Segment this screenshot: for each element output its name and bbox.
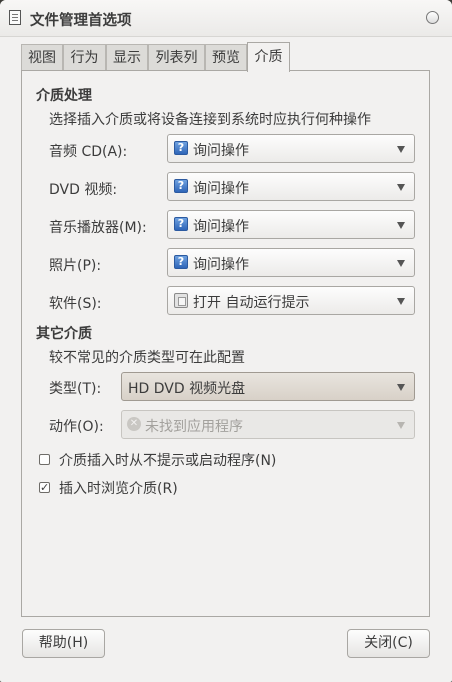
audio-cd-select[interactable]: ? 询问操作 (167, 134, 415, 163)
software-label: 软件(S): (49, 296, 102, 312)
tab-view[interactable]: 视图 (21, 44, 63, 70)
dvd-video-label: DVD 视频: (49, 182, 118, 198)
preferences-window: 文件管理首选项 视图 行为 显示 列表列 预览 介质 介质处理 选择插入介质或将… (0, 0, 452, 682)
close-window-icon[interactable] (426, 11, 439, 24)
question-icon: ? (174, 255, 188, 269)
photos-label: 照片(P): (49, 258, 102, 274)
browse-on-insert-checkbox[interactable]: ✓ (39, 482, 50, 493)
music-player-label: 音乐播放器(M): (49, 220, 147, 236)
other-media-heading: 其它介质 (36, 326, 92, 342)
title-bar: 文件管理首选项 (0, 0, 452, 37)
other-media-description: 较不常见的介质类型可在此配置 (49, 350, 245, 366)
browse-on-insert-label[interactable]: 插入时浏览介质(R) (59, 478, 178, 498)
dvd-video-select[interactable]: ? 询问操作 (167, 172, 415, 201)
type-label: 类型(T): (49, 381, 102, 397)
media-handling-description: 选择插入介质或将设备连接到系统时应执行何种操作 (49, 112, 371, 128)
tab-preview[interactable]: 预览 (205, 44, 247, 70)
dropdown-arrow-icon (397, 422, 405, 429)
action-label: 动作(O): (49, 419, 104, 435)
music-player-select[interactable]: ? 询问操作 (167, 210, 415, 239)
never-prompt-label[interactable]: 介质插入时从不提示或启动程序(N) (59, 450, 276, 470)
tab-list-columns[interactable]: 列表列 (148, 44, 205, 70)
photos-select[interactable]: ? 询问操作 (167, 248, 415, 277)
dropdown-arrow-icon (397, 298, 405, 305)
unavailable-icon: ✕ (127, 417, 141, 431)
tab-display[interactable]: 显示 (106, 44, 148, 70)
dropdown-arrow-icon (397, 184, 405, 191)
question-icon: ? (174, 179, 188, 193)
tab-media[interactable]: 介质 (247, 42, 290, 72)
help-button[interactable]: 帮助(H) (22, 629, 105, 658)
media-handling-heading: 介质处理 (36, 88, 92, 104)
dropdown-arrow-icon (397, 222, 405, 229)
window-title: 文件管理首选项 (30, 13, 132, 29)
close-button[interactable]: 关闭(C) (347, 629, 430, 658)
dropdown-arrow-icon (397, 146, 405, 153)
type-select[interactable]: HD DVD 视频光盘 (121, 372, 415, 401)
application-icon (174, 293, 188, 308)
software-select[interactable]: 打开 自动运行提示 (167, 286, 415, 315)
never-prompt-checkbox[interactable] (39, 454, 50, 465)
dropdown-arrow-icon (397, 260, 405, 267)
question-icon: ? (174, 141, 188, 155)
dropdown-arrow-icon (397, 384, 405, 391)
media-tab-panel: 介质处理 选择插入介质或将设备连接到系统时应执行何种操作 音频 CD(A): ?… (21, 70, 430, 617)
tab-behavior[interactable]: 行为 (63, 44, 106, 70)
audio-cd-label: 音频 CD(A): (49, 144, 128, 160)
action-select: ✕ 未找到应用程序 (121, 410, 415, 439)
question-icon: ? (174, 217, 188, 231)
document-icon (9, 10, 21, 25)
